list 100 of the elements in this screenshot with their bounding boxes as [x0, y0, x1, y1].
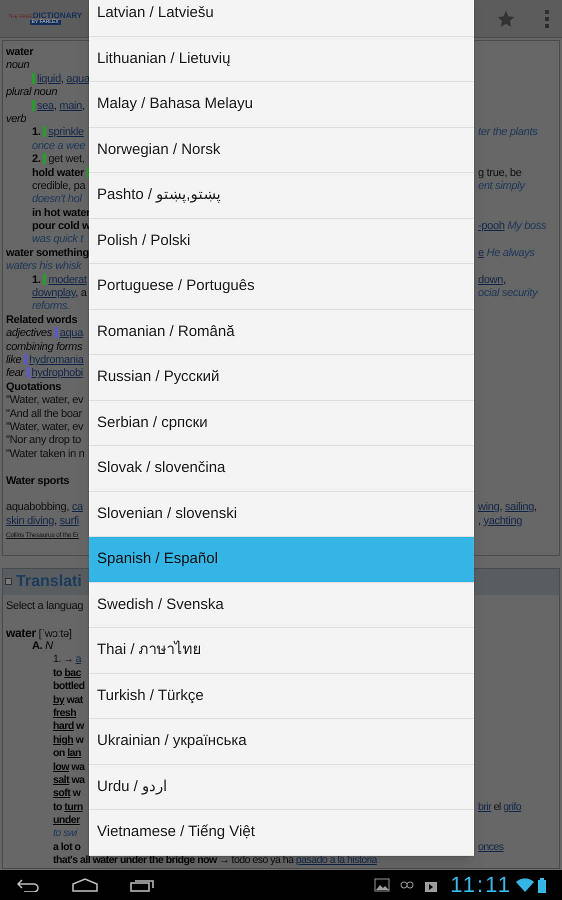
word-link[interactable]: grifo	[503, 800, 522, 813]
word-link[interactable]: ca	[72, 501, 83, 514]
back-icon[interactable]	[16, 878, 40, 892]
language-option[interactable]: Spanish / Español	[89, 537, 474, 582]
bold-text: A.	[32, 640, 44, 652]
bold-text: hold water	[32, 166, 86, 179]
entry-text: 1. →	[53, 653, 74, 666]
bold-text: wa	[70, 774, 85, 786]
language-option[interactable]: Serbian / српски	[89, 400, 474, 446]
word-link[interactable]: aqua	[60, 327, 83, 340]
clock: 11:11	[450, 874, 512, 896]
entry-text: , a	[75, 287, 87, 300]
bold-text: a lot o	[53, 840, 80, 853]
bold-text: water	[6, 46, 34, 58]
italic-text: N	[45, 640, 53, 652]
language-option[interactable]: Swedish / Svenska	[89, 582, 474, 628]
bold-text: 1.	[32, 126, 42, 138]
example-text: ter the plants	[478, 126, 538, 138]
entry-text: credible, pa	[32, 180, 86, 192]
bold-text: 1.	[32, 274, 42, 286]
collapse-icon[interactable]	[5, 578, 12, 586]
word-link[interactable]: wing	[478, 501, 500, 514]
word-link[interactable]: downplay	[32, 287, 76, 300]
phrase-link[interactable]: bac	[64, 666, 81, 679]
bold-text: bottled	[53, 680, 84, 692]
bold-text: water something	[6, 246, 89, 259]
example-text: My boss	[506, 220, 546, 232]
word-link[interactable]: sailing	[504, 501, 534, 514]
wifi-icon	[516, 878, 534, 892]
recent-apps-icon[interactable]	[130, 878, 154, 892]
bold-text: w	[74, 734, 84, 746]
entry-text: "Water taken in n	[6, 448, 84, 460]
example-text: waters his whisk	[6, 260, 82, 272]
word-link[interactable]: main	[59, 100, 82, 112]
language-option[interactable]: Vietnamese / Tiếng Việt	[89, 810, 474, 856]
bold-text: Related words	[6, 314, 78, 326]
phrase-link[interactable]: soft	[53, 787, 70, 800]
language-option[interactable]: Ukrainian / українська	[89, 719, 474, 764]
word-link[interactable]: yachting	[484, 514, 522, 527]
language-option[interactable]: Turkish / Türkçe	[89, 674, 474, 719]
word-link[interactable]: skin diving	[6, 514, 54, 527]
example-text: was quick t	[32, 233, 84, 246]
italic-text: fear	[6, 367, 26, 380]
phrase-link[interactable]: lan	[67, 747, 81, 760]
word-link[interactable]: -pooh	[478, 220, 505, 232]
phrase-link[interactable]: low	[53, 760, 69, 773]
entry-text: ,	[499, 501, 504, 514]
entry-text: ,	[82, 100, 85, 112]
phrase-link[interactable]: salt	[53, 774, 70, 786]
language-option[interactable]: Norwegian / Norsk	[89, 128, 474, 173]
language-option[interactable]: Slovak / slovenčina	[89, 446, 474, 492]
bold-text: w	[72, 787, 80, 800]
bold-text: to	[53, 800, 63, 813]
word-link[interactable]: brir	[478, 800, 492, 813]
entry-text: "Water, water, ev	[6, 420, 84, 433]
word-link[interactable]: a	[76, 653, 81, 666]
example-text: to swi	[53, 827, 77, 840]
language-option[interactable]: Malay / Bahasa Melayu	[89, 82, 474, 128]
word-link[interactable]: moderat	[48, 274, 87, 286]
italic-text: noun	[6, 59, 30, 72]
entry-text: get wet,	[48, 153, 84, 166]
home-icon[interactable]	[72, 878, 98, 892]
phrase-link[interactable]: high	[53, 734, 74, 746]
word-link[interactable]: liquid	[37, 72, 61, 85]
bold-text: in hot water	[32, 206, 90, 219]
word-link[interactable]: aqua	[66, 72, 90, 85]
phrase-link[interactable]: by	[53, 694, 64, 706]
language-option[interactable]: Lithuanian / Lietuvių	[89, 36, 474, 82]
example-text: once a wee	[32, 140, 86, 152]
word-link[interactable]: hydrophobi	[32, 367, 83, 380]
word-link[interactable]: surfi	[60, 514, 79, 527]
phrase-link[interactable]: fresh	[53, 706, 76, 719]
entry-text: aquabobbing,	[6, 501, 70, 514]
example-text: ocial security	[478, 287, 538, 300]
phrase-link[interactable]: under	[53, 814, 80, 826]
word-link[interactable]: e	[478, 246, 484, 259]
word-link[interactable]: hydromania	[29, 354, 84, 366]
italic-text: plural noun	[6, 86, 58, 98]
language-option[interactable]: Romanian / Română	[89, 310, 474, 355]
phrase-link[interactable]: turn	[64, 800, 83, 813]
word-link[interactable]: sea	[37, 100, 54, 112]
phrase-link[interactable]: hard	[53, 720, 74, 732]
bold-text: on	[53, 747, 66, 760]
language-option[interactable]: Portuguese / Português	[89, 264, 474, 310]
language-option[interactable]: Urdu / اردو	[89, 764, 474, 810]
entry-text: ,	[478, 514, 482, 527]
language-option[interactable]: Thai / ภาษาไทย	[89, 628, 474, 674]
word-link[interactable]: pasado a la historia	[296, 854, 377, 866]
word-link[interactable]: down	[478, 274, 504, 286]
entry-text: el	[492, 800, 502, 813]
word-link[interactable]: onces	[478, 840, 504, 853]
italic-text: combining forms	[6, 340, 82, 353]
language-option[interactable]: Pashto / پښتو,پښتو	[89, 173, 474, 218]
language-option[interactable]: Latvian / Latviešu	[89, 0, 474, 36]
language-option[interactable]: Polish / Polski	[89, 218, 474, 264]
star-icon[interactable]	[496, 8, 516, 28]
language-option[interactable]: Russian / Русский	[89, 355, 474, 400]
italic-text: verb	[6, 112, 26, 125]
entry-text: "Nor any drop to	[6, 434, 81, 446]
word-link[interactable]: sprinkle	[48, 126, 84, 138]
